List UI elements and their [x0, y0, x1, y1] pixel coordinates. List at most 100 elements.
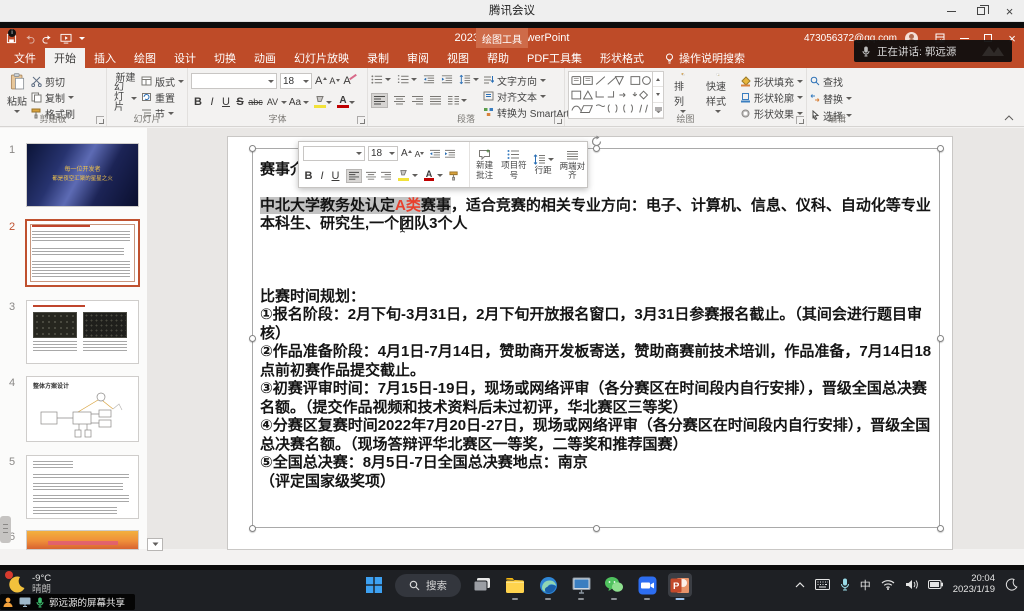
- meeting-close-button[interactable]: ×: [995, 0, 1024, 22]
- mini-font-size-combo[interactable]: 18: [368, 146, 398, 161]
- slide-thumbnail-5[interactable]: [27, 456, 138, 518]
- mini-bullets-button[interactable]: 项目符 号: [499, 142, 528, 187]
- tab-view[interactable]: 视图: [438, 48, 478, 68]
- mini-font-color-button[interactable]: A: [424, 170, 434, 181]
- mini-highlight-button[interactable]: [398, 170, 409, 181]
- mini-shrink-font-button[interactable]: A: [415, 149, 421, 159]
- numbering-button[interactable]: [397, 74, 409, 85]
- slide-canvas[interactable]: 赛事介绍 中北大学教务处认定A类赛事，适合竞赛的相关专业方向：电子、计算机、信息…: [228, 137, 952, 549]
- wechat-button[interactable]: [602, 573, 626, 597]
- ime-indicator[interactable]: 中: [860, 577, 871, 593]
- character-spacing-button[interactable]: AV: [264, 97, 281, 107]
- shrink-font-button[interactable]: A: [329, 76, 335, 86]
- bullets-button[interactable]: [371, 74, 383, 85]
- meeting-minimize-button[interactable]: [937, 0, 966, 22]
- change-case-button[interactable]: Aa: [287, 97, 303, 108]
- thumbnail-scrollbar-handle[interactable]: [0, 516, 11, 543]
- font-color-button[interactable]: A: [337, 96, 349, 108]
- mini-increase-indent-button[interactable]: [444, 149, 456, 159]
- clear-formatting-button[interactable]: A: [343, 75, 350, 87]
- resize-handle-bottom-center[interactable]: [593, 525, 600, 532]
- mini-justify-button[interactable]: 两端对齐: [558, 142, 587, 187]
- align-center-button[interactable]: [393, 95, 406, 106]
- tab-shape-format[interactable]: 形状格式: [591, 48, 653, 68]
- font-size-combo[interactable]: 18: [280, 73, 312, 89]
- font-name-combo[interactable]: [191, 73, 277, 89]
- new-slide-button[interactable]: 新建 幻灯片: [110, 71, 141, 115]
- decrease-indent-button[interactable]: [423, 74, 435, 85]
- clipboard-dialog-launcher[interactable]: [96, 116, 104, 124]
- start-button[interactable]: [362, 573, 386, 597]
- tell-me-search[interactable]: 操作说明搜索: [659, 48, 751, 68]
- slide-thumbnail-6[interactable]: [27, 531, 138, 549]
- text-direction-button[interactable]: 文字方向: [483, 73, 578, 87]
- tab-home[interactable]: 开始: [45, 48, 85, 68]
- file-explorer-button[interactable]: [503, 573, 527, 597]
- textbox-selection-border[interactable]: [252, 148, 940, 528]
- drawing-dialog-launcher[interactable]: [796, 116, 804, 124]
- double-strikethrough-button[interactable]: abc: [247, 97, 264, 107]
- save-button[interactable]: i: [6, 33, 17, 44]
- mini-align-center-button[interactable]: [365, 171, 377, 181]
- tab-help[interactable]: 帮助: [478, 48, 518, 68]
- mini-underline-button[interactable]: U: [330, 170, 341, 182]
- italic-button[interactable]: I: [205, 96, 219, 108]
- shape-outline-button[interactable]: 形状轮廓: [740, 90, 803, 104]
- tab-animations[interactable]: 动画: [245, 48, 285, 68]
- tab-draw[interactable]: 绘图: [125, 48, 165, 68]
- quick-styles-button[interactable]: 快速样式: [702, 71, 734, 115]
- volume-icon[interactable]: [905, 579, 918, 590]
- rotation-handle[interactable]: [590, 135, 603, 148]
- mini-align-right-button[interactable]: [380, 171, 392, 181]
- edge-browser-button[interactable]: [536, 573, 560, 597]
- resize-handle-top-right[interactable]: [937, 145, 944, 152]
- taskbar-weather-widget[interactable]: -9°C 晴朗: [7, 573, 51, 595]
- qat-dropdown[interactable]: [79, 37, 85, 40]
- slide-thumbnail-1[interactable]: 每一位开发者 都是夜空汇聚的星星之火: [27, 144, 138, 206]
- mini-align-left-button[interactable]: [346, 169, 362, 183]
- columns-button[interactable]: [447, 95, 460, 106]
- arrange-button[interactable]: 排列: [670, 71, 696, 115]
- undo-button[interactable]: [24, 33, 35, 44]
- align-text-button[interactable]: 对齐文本: [483, 89, 578, 103]
- resize-handle-bottom-right[interactable]: [937, 525, 944, 532]
- tab-review[interactable]: 审阅: [398, 48, 438, 68]
- grow-font-button[interactable]: A: [315, 75, 322, 87]
- microphone-tray-icon[interactable]: [840, 578, 850, 591]
- shape-fill-button[interactable]: 形状填充: [740, 74, 803, 88]
- highlight-color-button[interactable]: [314, 96, 326, 108]
- reset-button[interactable]: 重置: [141, 90, 184, 104]
- align-left-button[interactable]: [371, 93, 388, 108]
- align-right-button[interactable]: [411, 95, 424, 106]
- copy-button[interactable]: 复制: [31, 90, 75, 104]
- mini-grow-font-button[interactable]: A: [401, 148, 408, 159]
- mini-decrease-indent-button[interactable]: [429, 149, 441, 159]
- powerpoint-taskbar-button[interactable]: P: [668, 573, 692, 597]
- tab-pdf-tools[interactable]: PDF工具集: [518, 48, 591, 68]
- bold-button[interactable]: B: [191, 96, 205, 108]
- task-view-button[interactable]: [470, 573, 494, 597]
- paragraph-dialog-launcher[interactable]: [554, 116, 562, 124]
- mini-line-spacing-button[interactable]: 行距: [529, 142, 558, 187]
- tab-transitions[interactable]: 切换: [205, 48, 245, 68]
- replace-button[interactable]: 替换: [810, 91, 864, 105]
- tencent-meeting-button[interactable]: [635, 573, 659, 597]
- resize-handle-middle-right[interactable]: [937, 335, 944, 342]
- find-button[interactable]: 查找: [810, 74, 864, 88]
- screen-share-status-pill[interactable]: 郭远源的屏幕共享: [0, 594, 135, 610]
- font-dialog-launcher[interactable]: [357, 116, 365, 124]
- wifi-icon[interactable]: [881, 579, 895, 590]
- layout-button[interactable]: 版式: [141, 74, 184, 88]
- taskbar-clock[interactable]: 20:04 2023/1/19: [953, 574, 995, 595]
- mini-format-painter-button[interactable]: [449, 171, 459, 181]
- mini-new-comment-button[interactable]: 新建 批注: [470, 142, 499, 187]
- cut-button[interactable]: 剪切: [31, 74, 75, 88]
- tab-slideshow[interactable]: 幻灯片放映: [285, 48, 358, 68]
- line-spacing-button[interactable]: [459, 74, 471, 85]
- strikethrough-button[interactable]: S: [233, 96, 247, 108]
- resize-handle-middle-left[interactable]: [249, 335, 256, 342]
- taskbar-search[interactable]: 搜索: [395, 574, 461, 597]
- start-slideshow-button[interactable]: [60, 33, 72, 44]
- collapse-ribbon-button[interactable]: [1004, 115, 1014, 121]
- hidden-icons-chevron[interactable]: [795, 582, 805, 588]
